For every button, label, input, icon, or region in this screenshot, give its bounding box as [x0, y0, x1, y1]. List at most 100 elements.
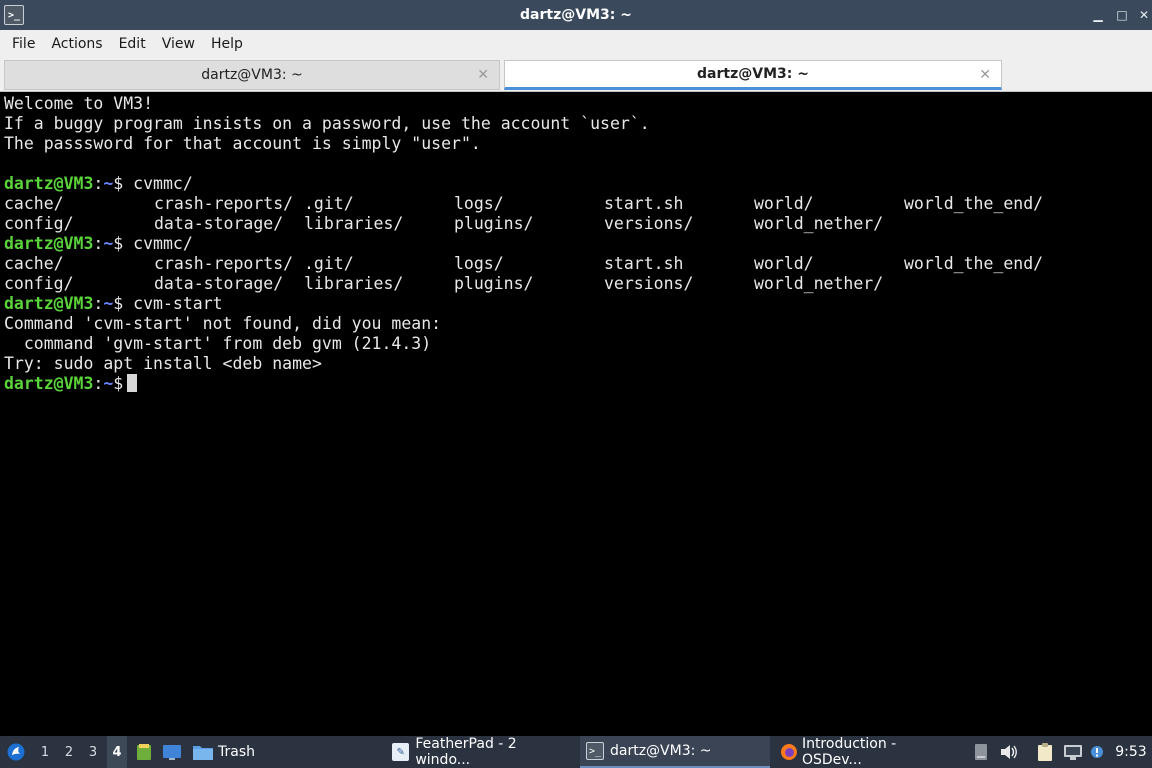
- prompt-separator: :: [93, 374, 104, 393]
- start-menu-button[interactable]: [4, 736, 28, 768]
- menu-help[interactable]: Help: [203, 30, 251, 58]
- text-cursor: [127, 374, 138, 392]
- task-label: Introduction - OSDev...: [801, 736, 897, 768]
- task-label: FeatherPad - 2 windo...: [415, 736, 517, 768]
- close-icon[interactable]: ✕: [1132, 0, 1152, 30]
- ls-entry: config/: [4, 214, 74, 233]
- firefox-icon: [780, 744, 797, 760]
- start-menu-icon: [7, 743, 25, 761]
- prompt-line-current: dartz@VM3:~$: [4, 374, 1152, 394]
- prompt-dir: ~: [103, 374, 114, 393]
- welcome-line: The passsword for that account is simply…: [4, 134, 481, 153]
- task-terminal[interactable]: >_ dartz@VM3: ~: [580, 736, 770, 768]
- prompt-dir: ~: [103, 234, 114, 253]
- taskbar: 1 2 3 4 Trash ✎ FeatherPad - 2 windo... …: [0, 736, 1152, 768]
- window-title: dartz@VM3: ~: [520, 7, 632, 23]
- clock[interactable]: 9:53: [1112, 736, 1150, 768]
- prompt-line: dartz@VM3:~$ cvmmc/: [4, 234, 1152, 254]
- command-text: cvm-start: [123, 294, 223, 313]
- minimize-icon[interactable]: ▁: [1086, 0, 1110, 30]
- task-firefox[interactable]: Introduction - OSDev...: [774, 736, 966, 768]
- ls-entry: config/: [4, 274, 74, 293]
- ls-entry: .git/: [304, 194, 354, 213]
- tab-close-icon[interactable]: ✕: [477, 67, 489, 83]
- prompt-symbol: $: [113, 234, 124, 253]
- file-manager-launcher[interactable]: [133, 736, 155, 768]
- error-line: Command 'cvm-start' not found, did you m…: [4, 314, 442, 333]
- task-featherpad[interactable]: ✎ FeatherPad - 2 windo...: [386, 736, 576, 768]
- terminal-icon: >_: [586, 742, 604, 760]
- volume-icon: [1001, 745, 1017, 759]
- welcome-line: If a buggy program insists on a password…: [4, 114, 650, 133]
- show-desktop-icon: [163, 745, 181, 760]
- file-manager-icon: [137, 744, 151, 760]
- command-text: cvmmc/: [123, 174, 193, 193]
- trash-label: Trash: [218, 744, 255, 760]
- menu-file[interactable]: File: [4, 30, 43, 58]
- tab-terminal-2[interactable]: dartz@VM3: ~ ✕: [504, 60, 1002, 90]
- ls-output-row: config/ data-storage/ libraries/ plugins…: [4, 274, 1152, 294]
- menu-actions[interactable]: Actions: [43, 30, 110, 58]
- prompt-user: dartz@VM3: [4, 294, 94, 313]
- prompt-line: dartz@VM3:~$ cvm-start: [4, 294, 1152, 314]
- ls-entry: world_the_end/: [904, 254, 1044, 273]
- desktop-4-button[interactable]: 4: [107, 736, 127, 768]
- ls-entry: logs/: [454, 194, 504, 213]
- maximize-icon[interactable]: □: [1110, 0, 1134, 30]
- prompt-dir: ~: [103, 174, 114, 193]
- tab-label: dartz@VM3: ~: [697, 66, 809, 82]
- desktop-1-button[interactable]: 1: [35, 736, 55, 768]
- tray-clipboard[interactable]: [1034, 736, 1056, 768]
- show-desktop-button[interactable]: [160, 736, 184, 768]
- ls-entry: logs/: [454, 254, 504, 273]
- clipboard-icon: [1038, 743, 1052, 761]
- ls-entry: data-storage/: [154, 274, 284, 293]
- tab-terminal-1[interactable]: dartz@VM3: ~ ✕: [4, 60, 500, 90]
- prompt-user: dartz@VM3: [4, 174, 94, 193]
- tray-notifications[interactable]: [1088, 736, 1106, 768]
- window-titlebar: >_ dartz@VM3: ~ ▁ □ ✕: [0, 0, 1152, 30]
- ls-entry: crash-reports/: [154, 194, 294, 213]
- tray-storage[interactable]: [972, 736, 990, 768]
- ls-entry: .git/: [304, 254, 354, 273]
- tab-close-icon[interactable]: ✕: [979, 67, 991, 83]
- ls-entry: world/: [754, 194, 814, 213]
- tray-volume[interactable]: [998, 736, 1020, 768]
- ls-entry: world/: [754, 254, 814, 273]
- ls-entry: plugins/: [454, 274, 534, 293]
- menu-view[interactable]: View: [154, 30, 203, 58]
- ls-entry: start.sh: [604, 194, 684, 213]
- prompt-separator: :: [93, 234, 104, 253]
- ls-output-row: cache/ crash-reports/ .git/ logs/ start.…: [4, 254, 1152, 274]
- menu-edit[interactable]: Edit: [111, 30, 154, 58]
- terminal-output[interactable]: Welcome to VM3! If a buggy program insis…: [0, 94, 1152, 736]
- ls-entry: libraries/: [304, 214, 404, 233]
- desktop-2-button[interactable]: 2: [59, 736, 79, 768]
- ls-entry: crash-reports/: [154, 254, 294, 273]
- ls-entry: start.sh: [604, 254, 684, 273]
- ls-entry: libraries/: [304, 274, 404, 293]
- trash-launcher[interactable]: Trash: [192, 736, 255, 768]
- tray-network[interactable]: [1062, 736, 1084, 768]
- menu-bar: File Actions Edit View Help: [0, 30, 1152, 58]
- terminal-app-icon[interactable]: >_: [4, 5, 24, 25]
- prompt-dir: ~: [103, 294, 114, 313]
- error-line: Try: sudo apt install <deb name>: [4, 354, 322, 373]
- ls-output-row: cache/ crash-reports/ .git/ logs/ start.…: [4, 194, 1152, 214]
- tab-label: dartz@VM3: ~: [201, 67, 303, 83]
- prompt-separator: :: [93, 174, 104, 193]
- desktop-3-button[interactable]: 3: [83, 736, 103, 768]
- prompt-user: dartz@VM3: [4, 234, 94, 253]
- notification-icon: [1091, 746, 1103, 758]
- ls-entry: world_the_end/: [904, 194, 1044, 213]
- ls-entry: versions/: [604, 274, 694, 293]
- prompt-symbol: $: [113, 174, 124, 193]
- network-icon: [1064, 745, 1082, 760]
- prompt-separator: :: [93, 294, 104, 313]
- ls-entry: cache/: [4, 194, 64, 213]
- command-text: cvmmc/: [123, 234, 193, 253]
- ls-entry: plugins/: [454, 214, 534, 233]
- tab-bar: dartz@VM3: ~ ✕ dartz@VM3: ~ ✕: [0, 58, 1152, 92]
- prompt-symbol: $: [113, 374, 124, 393]
